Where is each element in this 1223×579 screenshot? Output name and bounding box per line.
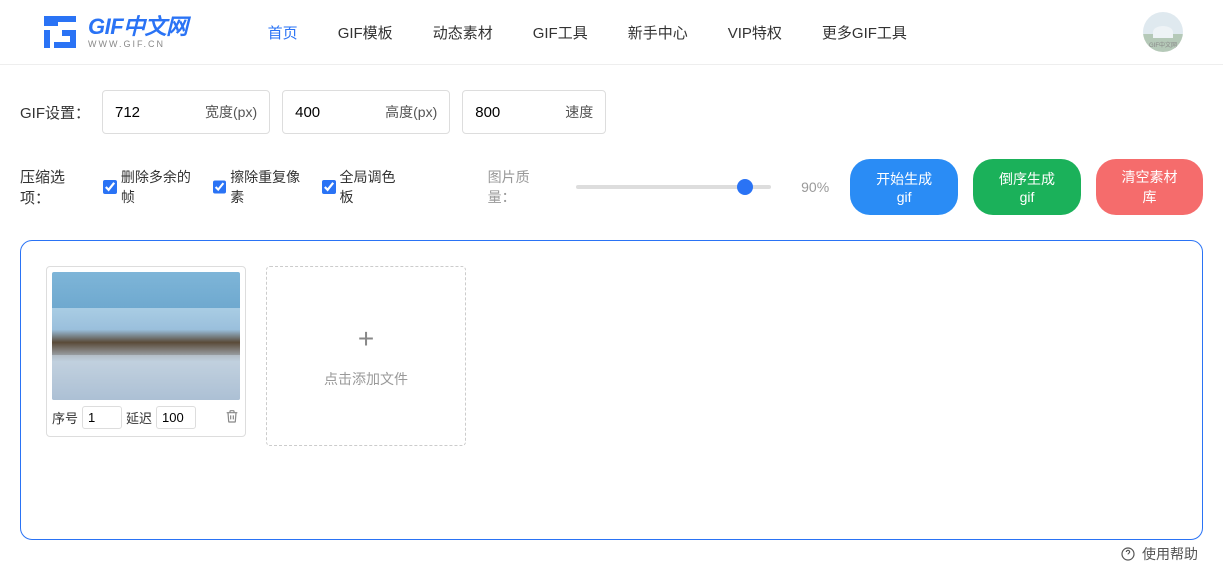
nav-templates[interactable]: GIF模板 xyxy=(338,22,393,43)
height-unit: 高度(px) xyxy=(385,102,437,122)
material-thumbnail[interactable] xyxy=(52,272,240,400)
compress-row: 压缩选项： 删除多余的帧 擦除重复像素 全局调色板 图片质量： 90% 开始生成… xyxy=(0,144,1223,240)
checkbox-erase-pixels[interactable] xyxy=(213,180,227,194)
logo-subtitle: WWW.GIF.CN xyxy=(88,40,188,49)
plus-icon: + xyxy=(358,323,374,355)
checkbox-delete-frames[interactable] xyxy=(103,180,117,194)
clear-button[interactable]: 清空素材库 xyxy=(1096,159,1203,215)
nav-materials[interactable]: 动态素材 xyxy=(433,22,493,43)
header: GIF中文网 WWW.GIF.CN 首页 GIF模板 动态素材 GIF工具 新手… xyxy=(0,0,1223,65)
opt-global-palette[interactable]: 全局调色板 xyxy=(322,167,408,207)
card-controls: 序号 延迟 xyxy=(52,400,240,431)
quality-slider[interactable] xyxy=(576,185,771,189)
avatar[interactable]: GIF中文网 xyxy=(1143,12,1183,52)
delay-label: 延迟 xyxy=(126,408,152,427)
start-button[interactable]: 开始生成gif xyxy=(850,159,958,215)
add-file-text: 点击添加文件 xyxy=(324,369,408,389)
seq-label: 序号 xyxy=(52,408,78,427)
speed-unit: 速度 xyxy=(565,102,593,122)
compress-options: 删除多余的帧 擦除重复像素 全局调色板 xyxy=(103,167,407,207)
delete-icon[interactable] xyxy=(224,408,240,427)
gif-settings-row: GIF设置： 宽度(px) 高度(px) 速度 xyxy=(0,65,1223,144)
delay-input[interactable] xyxy=(156,406,196,429)
opt-erase-pixels[interactable]: 擦除重复像素 xyxy=(213,167,312,207)
action-buttons: 开始生成gif 倒序生成gif 清空素材库 xyxy=(850,159,1203,215)
nav-vip[interactable]: VIP特权 xyxy=(728,22,782,43)
material-card: 序号 延迟 xyxy=(46,266,246,437)
nav-tools[interactable]: GIF工具 xyxy=(533,22,588,43)
width-input[interactable] xyxy=(115,104,205,121)
nav-newbie[interactable]: 新手中心 xyxy=(628,22,688,43)
checkbox-global-palette[interactable] xyxy=(322,180,336,194)
opt-delete-frames[interactable]: 删除多余的帧 xyxy=(103,167,202,207)
main-nav: 首页 GIF模板 动态素材 GIF工具 新手中心 VIP特权 更多GIF工具 xyxy=(268,22,1123,43)
width-input-group: 宽度(px) xyxy=(102,90,270,134)
logo-icon xyxy=(40,12,80,52)
seq-input[interactable] xyxy=(82,406,122,429)
height-input[interactable] xyxy=(295,104,385,121)
help-icon xyxy=(1120,546,1136,562)
compress-label: 压缩选项： xyxy=(20,166,93,208)
add-file-card[interactable]: + 点击添加文件 xyxy=(266,266,466,446)
materials-panel: 序号 延迟 + 点击添加文件 xyxy=(20,240,1203,540)
nav-more[interactable]: 更多GIF工具 xyxy=(822,22,907,43)
speed-input[interactable] xyxy=(475,104,565,121)
logo-title: GIF中文网 xyxy=(88,16,188,38)
speed-input-group: 速度 xyxy=(462,90,606,134)
help-link[interactable]: 使用帮助 xyxy=(1120,544,1198,564)
quality-label: 图片质量： xyxy=(488,167,556,207)
settings-label: GIF设置： xyxy=(20,102,90,123)
reverse-button[interactable]: 倒序生成gif xyxy=(973,159,1081,215)
logo[interactable]: GIF中文网 WWW.GIF.CN xyxy=(40,12,188,52)
height-input-group: 高度(px) xyxy=(282,90,450,134)
width-unit: 宽度(px) xyxy=(205,102,257,122)
quality-value: 90% xyxy=(801,179,840,195)
nav-home[interactable]: 首页 xyxy=(268,22,298,43)
